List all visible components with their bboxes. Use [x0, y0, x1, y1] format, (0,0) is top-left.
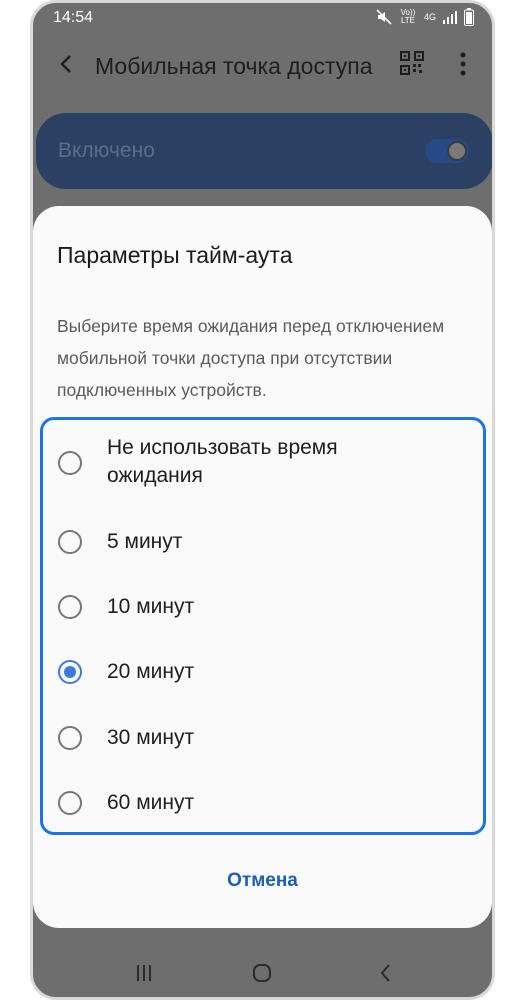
dialog-title: Параметры тайм-аута [57, 242, 293, 268]
navigation-bar [33, 948, 492, 997]
radio-button[interactable] [58, 451, 82, 475]
status-icons: Vo)) LTE 4G [376, 8, 474, 26]
status-time: 14:54 [53, 9, 94, 26]
timeout-option-60[interactable]: 60 минут [43, 773, 483, 833]
hotspot-switch[interactable] [425, 139, 469, 163]
timeout-options-list: Не использовать время ожидания 5 минут 1… [40, 417, 486, 835]
network-type-icon: 4G [423, 12, 436, 22]
option-label: 30 минут [107, 726, 195, 749]
back-nav-icon[interactable] [375, 962, 397, 989]
timeout-option-5[interactable]: 5 минут [43, 512, 483, 572]
radio-button-checked[interactable] [58, 660, 82, 684]
timeout-option-10[interactable]: 10 минут [43, 577, 483, 637]
timeout-option-20[interactable]: 20 минут [43, 642, 483, 702]
hotspot-toggle-card[interactable]: Включено [36, 113, 492, 189]
timeout-option-none[interactable]: Не использовать время ожидания [43, 426, 483, 502]
radio-button[interactable] [58, 595, 82, 619]
recent-apps-icon[interactable] [133, 962, 155, 989]
battery-icon [464, 8, 474, 26]
radio-button[interactable] [58, 791, 82, 815]
radio-button[interactable] [58, 530, 82, 554]
volte-icon: Vo)) LTE [400, 8, 416, 25]
option-label: 10 минут [107, 595, 195, 618]
option-label: 20 минут [107, 660, 195, 683]
more-options-icon[interactable] [458, 51, 468, 77]
mute-icon [376, 9, 392, 25]
option-label: 60 минут [107, 791, 195, 814]
radio-button[interactable] [58, 726, 82, 750]
app-bar: Мобильная точка доступа [33, 37, 492, 93]
option-label: Не использовать время ожидания [107, 436, 338, 487]
switch-knob [447, 141, 467, 161]
timeout-option-30[interactable]: 30 минут [43, 708, 483, 768]
signal-icon [442, 9, 458, 25]
home-icon[interactable] [251, 962, 273, 989]
phone-screen: 14:54 Vo)) LTE 4G Мобильная точка доступ… [30, 0, 495, 1000]
back-arrow-icon[interactable] [51, 49, 81, 79]
dialog-description: Выберите время ожидания перед отключение… [57, 316, 445, 400]
status-bar: 14:54 Vo)) LTE 4G [33, 3, 492, 35]
qr-code-icon[interactable] [400, 51, 424, 75]
option-label: 5 минут [107, 530, 183, 553]
hotspot-toggle-label: Включено [58, 139, 155, 162]
page-title: Мобильная точка доступа [95, 53, 373, 79]
timeout-dialog: Параметры тайм-аута Выберите время ожида… [33, 206, 492, 928]
cancel-button[interactable]: Отмена [33, 870, 492, 892]
